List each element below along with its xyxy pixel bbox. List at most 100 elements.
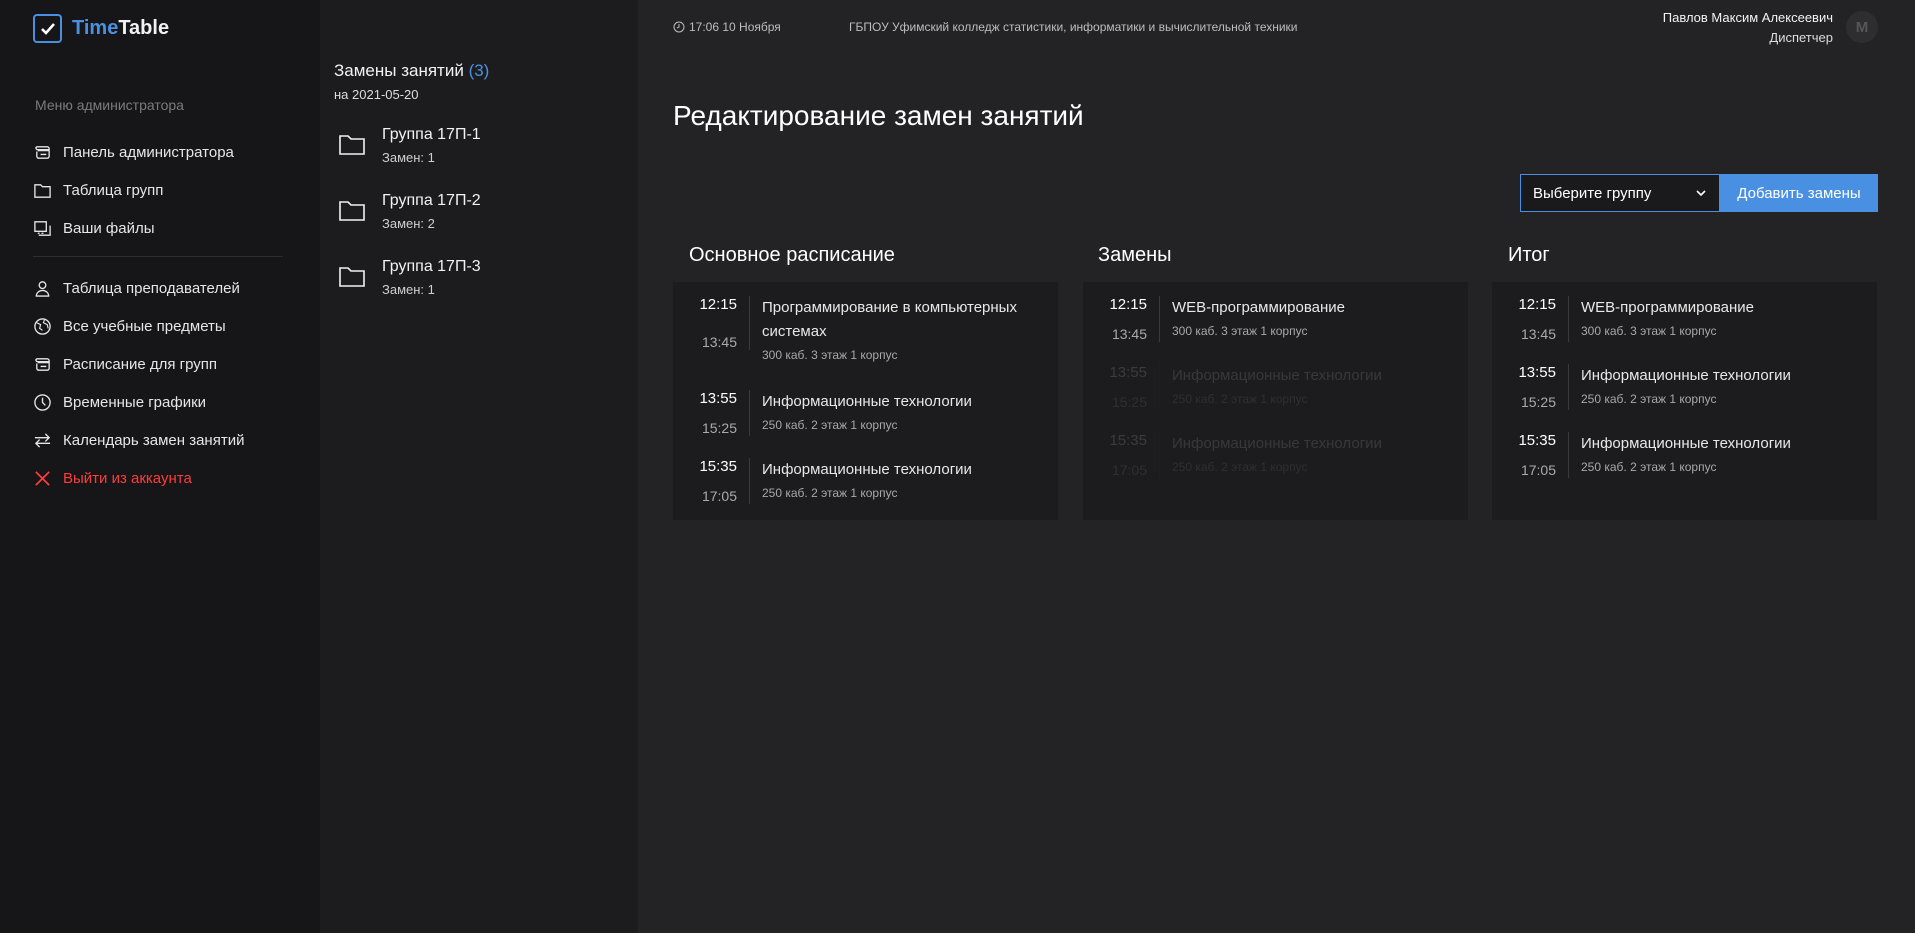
lesson-row[interactable]: 12:15 13:45 Программирование в компьютерн…	[673, 296, 1058, 362]
group-item[interactable]: Группа 17П-3 Замен: 1	[338, 253, 618, 319]
changes-card: 12:15 13:45 WEB-программирование 300 каб. …	[1083, 282, 1468, 520]
lesson-row-placeholder: 15:35 17:05 Информационные технологии 250 …	[1083, 432, 1402, 478]
lesson-row-placeholder: 13:55 15:25 Информационные технологии 250 …	[1083, 364, 1402, 410]
files-icon	[34, 220, 51, 236]
swap-icon	[34, 432, 51, 448]
group-changes-count: Замен: 2	[382, 216, 435, 231]
group-changes-count: Замен: 1	[382, 282, 435, 297]
lesson-divider	[1159, 432, 1160, 478]
clock-icon	[34, 393, 51, 411]
menu-item-teachers-table[interactable]: Таблица преподавателей	[33, 269, 283, 307]
menu-item-groups-table[interactable]: Таблица групп	[33, 171, 283, 209]
lesson-divider	[1159, 296, 1160, 342]
schedule-icon	[35, 357, 50, 371]
logout-button[interactable]: Выйти из аккаунта	[33, 459, 283, 497]
lesson-row[interactable]: 13:55 15:25 Информационные технологии 250 …	[673, 390, 992, 436]
lesson-end: 15:25	[701, 420, 737, 436]
lesson-start: 12:15	[1518, 296, 1556, 313]
user-icon	[35, 280, 50, 297]
changes-panel-title: Замены занятий (3)	[334, 61, 490, 80]
lesson-subject: Информационные технологии	[1581, 435, 1791, 452]
app-logo[interactable]: TimeTable	[33, 14, 169, 43]
menu-item-group-schedule[interactable]: Расписание для групп	[33, 345, 283, 383]
folder-icon	[339, 135, 365, 155]
menu-item-time-charts[interactable]: Временные графики	[33, 383, 283, 421]
lesson-divider	[1159, 364, 1160, 410]
lesson-end: 15:25	[1111, 394, 1147, 410]
menu-label: Выйти из аккаунта	[63, 469, 192, 487]
checkbox-logo-icon	[33, 14, 62, 43]
menu-label: Панель администратора	[63, 143, 234, 161]
admin-menu: Панель администратора Таблица групп Ваши…	[33, 133, 283, 497]
lesson-divider	[749, 390, 750, 436]
main-schedule-card: 12:15 13:45 Программирование в компьютерн…	[673, 282, 1058, 520]
chevron-down-icon	[1696, 190, 1706, 197]
lesson-divider	[1568, 296, 1569, 342]
column-title-result: Итог	[1508, 244, 1550, 266]
menu-label: Все учебные предметы	[63, 317, 226, 335]
lesson-divider	[1568, 432, 1569, 478]
lesson-end: 13:45	[1520, 326, 1556, 342]
changes-date: на 2021-05-20	[334, 87, 419, 102]
lesson-divider	[749, 296, 750, 350]
changes-panel: Замены занятий (3) на 2021-05-20 Группа …	[320, 0, 638, 933]
menu-item-all-subjects[interactable]: Все учебные предметы	[33, 307, 283, 345]
folder-icon	[339, 267, 365, 287]
group-changes-count: Замен: 1	[382, 150, 435, 165]
lesson-end: 17:05	[1111, 462, 1147, 478]
clock-icon	[673, 21, 685, 33]
lesson-room: 300 каб. 3 этаж 1 корпус	[1581, 324, 1717, 338]
app-name: TimeTable	[72, 17, 170, 39]
lesson-row[interactable]: 12:15 13:45 WEB-программирование 300 каб. …	[1492, 296, 1774, 342]
menu-item-admin-panel[interactable]: Панель администратора	[33, 133, 283, 171]
lesson-start: 13:55	[699, 390, 737, 407]
lesson-subject: Программирование в компьютерных системах	[762, 299, 1017, 340]
lesson-room: 250 каб. 2 этаж 1 корпус	[1581, 460, 1717, 474]
sidebar: TimeTable Меню администратора Панель адм…	[0, 0, 320, 933]
lesson-start: 13:55	[1518, 364, 1556, 381]
lesson-room: 250 каб. 2 этаж 1 корпус	[1581, 392, 1717, 406]
menu-divider	[33, 256, 283, 257]
lesson-room: 250 каб. 2 этаж 1 корпус	[1172, 460, 1308, 474]
lesson-divider	[1568, 364, 1569, 410]
lesson-subject: Информационные технологии	[762, 461, 972, 478]
user-role: Диспетчер	[1769, 30, 1833, 45]
menu-label: Таблица групп	[63, 181, 164, 199]
controls: Выберите группу Добавить замены	[1520, 174, 1878, 212]
lesson-start: 15:35	[699, 458, 737, 475]
organization-name: ГБПОУ Уфимский колледж статистики, инфор…	[849, 20, 1298, 34]
menu-label: Временные графики	[63, 393, 207, 411]
add-changes-button[interactable]: Добавить замены	[1720, 174, 1878, 212]
group-item[interactable]: Группа 17П-2 Замен: 2	[338, 187, 618, 253]
lesson-start: 12:15	[699, 296, 737, 313]
page-title: Редактирование замен занятий	[673, 100, 1084, 131]
lesson-row[interactable]: 15:35 17:05 Информационные технологии 250 …	[1492, 432, 1811, 478]
menu-label: Ваши файлы	[63, 219, 155, 237]
avatar[interactable]: М	[1846, 11, 1878, 43]
lesson-start: 15:35	[1109, 432, 1147, 449]
menu-item-your-files[interactable]: Ваши файлы	[33, 209, 283, 247]
menu-label: Расписание для групп	[63, 355, 218, 373]
user-name: Павлов Максим Алексеевич	[1662, 10, 1833, 25]
current-time: 17:06 10 Ноября	[673, 20, 781, 34]
user-info[interactable]: Павлов Максим Алексеевич Диспетчер	[1663, 10, 1833, 45]
group-select-value: Выберите группу	[1533, 184, 1652, 202]
menu-label: Таблица преподавателей	[63, 279, 240, 297]
globe-icon	[34, 317, 51, 335]
group-item[interactable]: Группа 17П-1 Замен: 1	[338, 121, 618, 187]
group-name: Группа 17П-3	[382, 258, 481, 275]
lesson-row[interactable]: 15:35 17:05 Информационные технологии 250 …	[673, 458, 992, 504]
menu-item-changes-calendar[interactable]: Календарь замен занятий	[33, 421, 283, 459]
lesson-row[interactable]: 12:15 13:45 WEB-программирование 300 каб. …	[1083, 296, 1365, 342]
folder-icon	[34, 183, 51, 198]
group-select[interactable]: Выберите группу	[1520, 174, 1720, 212]
group-name: Группа 17П-1	[382, 126, 481, 143]
group-name: Группа 17П-2	[382, 192, 481, 209]
lesson-end: 13:45	[1111, 326, 1147, 342]
lesson-subject: Информационные технологии	[1581, 367, 1791, 384]
lesson-row[interactable]: 13:55 15:25 Информационные технологии 250 …	[1492, 364, 1811, 410]
lesson-end: 13:45	[701, 334, 737, 350]
close-icon	[35, 470, 50, 486]
lesson-start: 13:55	[1109, 364, 1147, 381]
lesson-subject: WEB-программирование	[1581, 299, 1754, 316]
